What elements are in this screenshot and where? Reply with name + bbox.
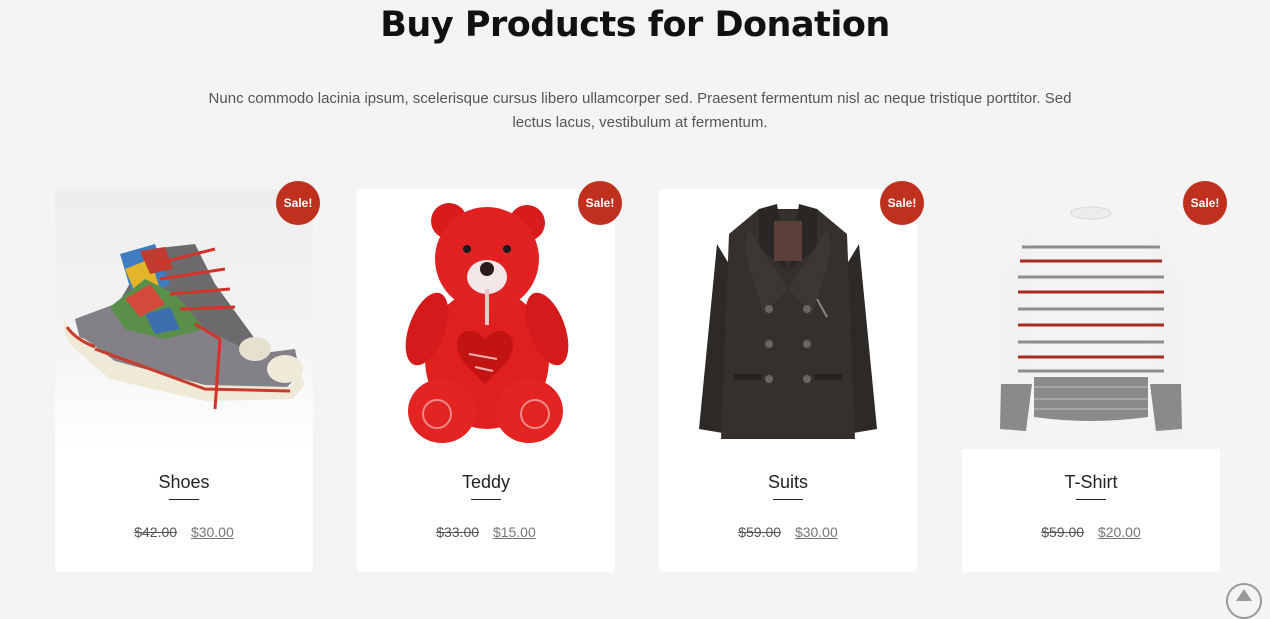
sale-badge: Sale! — [880, 181, 924, 225]
sneakers-image — [63, 244, 305, 410]
product-price: $33.00 $15.00 — [357, 524, 615, 540]
product-info: Suits $59.00 $30.00 — [659, 449, 917, 572]
product-price: $59.00 $20.00 — [962, 524, 1220, 540]
sale-badge: Sale! — [578, 181, 622, 225]
product-name[interactable]: Teddy — [357, 472, 615, 493]
arrow-up-icon — [1236, 589, 1252, 601]
product-card-suits[interactable]: Sale! Suits $59.00 $30.00 — [659, 181, 924, 572]
product-info: Shoes $42.00 $30.00 — [55, 449, 313, 572]
title-divider — [471, 499, 501, 500]
old-price: $59.00 — [738, 524, 782, 540]
teddy-bear-image — [405, 203, 569, 443]
coat-image — [699, 204, 877, 439]
sale-price: $30.00 — [794, 524, 838, 540]
old-price: $33.00 — [436, 524, 480, 540]
sale-badge: Sale! — [276, 181, 320, 225]
title-divider — [773, 499, 803, 500]
sale-price: $30.00 — [190, 524, 234, 540]
product-image-t-shirt[interactable] — [962, 189, 1220, 449]
product-price: $42.00 $30.00 — [55, 524, 313, 540]
product-name[interactable]: Shoes — [55, 472, 313, 493]
product-info: Teddy $33.00 $15.00 — [357, 449, 615, 572]
product-name[interactable]: T-Shirt — [962, 472, 1220, 493]
product-name[interactable]: Suits — [659, 472, 917, 493]
product-image-teddy[interactable] — [357, 189, 615, 449]
old-price: $42.00 — [134, 524, 178, 540]
sale-badge: Sale! — [1183, 181, 1227, 225]
section-title: Buy Products for Donation — [380, 5, 890, 45]
product-price: $59.00 $30.00 — [659, 524, 917, 540]
product-card-t-shirt[interactable]: Sale! T-Shirt $59.00 $20.00 — [962, 181, 1227, 572]
striped-sweater-image — [1000, 206, 1182, 441]
sale-price: $15.00 — [492, 524, 536, 540]
title-divider — [169, 499, 199, 500]
title-divider — [1076, 499, 1106, 500]
product-card-teddy[interactable]: Sale! Teddy $33.00 $15.00 — [357, 181, 622, 572]
product-image-shoes[interactable] — [55, 189, 313, 449]
scroll-to-top-button[interactable] — [1226, 583, 1262, 619]
section-description: Nunc commodo lacinia ipsum, scelerisque … — [208, 90, 1072, 131]
product-image-suits[interactable] — [659, 189, 917, 449]
product-info: T-Shirt $59.00 $20.00 — [962, 449, 1220, 572]
product-grid: Sale! Shoes $42.00 $30.00 Sale! Teddy $3… — [55, 181, 1227, 572]
product-card-shoes[interactable]: Sale! Shoes $42.00 $30.00 — [55, 181, 320, 572]
old-price: $59.00 — [1041, 524, 1085, 540]
sale-price: $20.00 — [1097, 524, 1141, 540]
